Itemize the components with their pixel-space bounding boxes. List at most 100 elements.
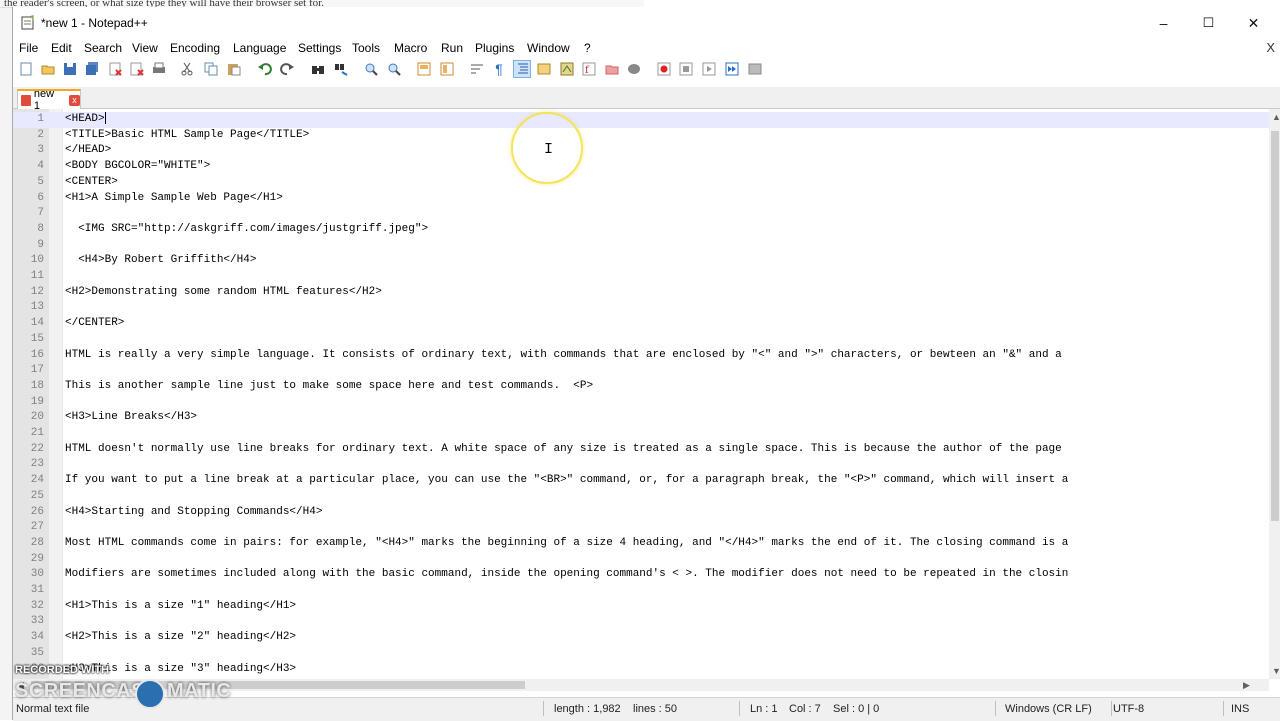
editor-line[interactable]: 5 <CENTER> bbox=[13, 175, 1269, 191]
tab-new-1[interactable]: new 1 x bbox=[17, 88, 81, 112]
editor-line[interactable]: 28 Most HTML commands come in pairs: for … bbox=[13, 536, 1269, 552]
new-file-icon[interactable] bbox=[18, 61, 34, 77]
close-file-icon[interactable] bbox=[107, 61, 123, 77]
cut-icon[interactable] bbox=[179, 61, 195, 77]
sync-horizontal-icon[interactable] bbox=[439, 61, 455, 77]
word-wrap-icon[interactable] bbox=[469, 61, 485, 77]
menu-encoding[interactable]: Encoding bbox=[170, 41, 220, 55]
editor-line[interactable]: 25 bbox=[13, 489, 1269, 505]
folder-workspace-icon[interactable] bbox=[604, 61, 620, 77]
editor-line[interactable]: 30 Modifiers are sometimes included along… bbox=[13, 567, 1269, 583]
scroll-right-icon[interactable]: ▶ bbox=[1243, 680, 1250, 691]
menu-settings[interactable]: Settings bbox=[298, 41, 341, 55]
tab-close-icon[interactable]: x bbox=[69, 94, 80, 106]
editor-line[interactable]: 21 bbox=[13, 426, 1269, 442]
print-icon[interactable] bbox=[151, 61, 167, 77]
playback-macro-icon[interactable] bbox=[701, 61, 717, 77]
menu-run[interactable]: Run bbox=[441, 41, 463, 55]
editor-area[interactable]: 1 <HEAD> 2 <TITLE>Basic HTML Sample Page</T… bbox=[13, 109, 1269, 679]
editor-line[interactable]: 35 bbox=[13, 646, 1269, 662]
menu-language[interactable]: Language bbox=[233, 41, 286, 55]
find-icon[interactable] bbox=[310, 61, 326, 77]
menu-edit[interactable]: Edit bbox=[51, 41, 72, 55]
line-number: 23 bbox=[30, 458, 44, 471]
editor-line[interactable]: 9 bbox=[13, 238, 1269, 254]
editor-line[interactable]: 12 <H2>Demonstrating some random HTML fea… bbox=[13, 285, 1269, 301]
redo-icon[interactable] bbox=[279, 61, 295, 77]
close-all-icon[interactable] bbox=[129, 61, 145, 77]
editor-line[interactable]: 22 HTML doesn't normally use line breaks … bbox=[13, 442, 1269, 458]
editor-line[interactable]: 29 bbox=[13, 552, 1269, 568]
run-macro-multiple-icon[interactable] bbox=[724, 61, 740, 77]
editor-line[interactable]: 8 <IMG SRC="http://askgriff.com/images/j… bbox=[13, 222, 1269, 238]
scroll-up-icon[interactable]: ▲ bbox=[1272, 112, 1280, 122]
vertical-scrollbar[interactable]: ▲ ▼ bbox=[1269, 109, 1280, 679]
stop-record-icon[interactable] bbox=[678, 61, 694, 77]
close-document-x-icon[interactable]: X bbox=[1266, 40, 1275, 55]
line-number: 10 bbox=[30, 254, 44, 267]
maximize-button[interactable]: ☐ bbox=[1186, 7, 1231, 39]
editor-line[interactable]: 32 <H1>This is a size "1" heading</H1> bbox=[13, 599, 1269, 615]
editor-line[interactable]: 3 </HEAD> bbox=[13, 143, 1269, 159]
document-map-icon[interactable] bbox=[559, 61, 575, 77]
line-number: 4 bbox=[37, 160, 44, 173]
monitoring-icon[interactable] bbox=[626, 61, 642, 77]
editor-line[interactable]: 6 <H1>A Simple Sample Web Page</H1> bbox=[13, 191, 1269, 207]
editor-line[interactable]: 19 bbox=[13, 395, 1269, 411]
editor-line[interactable]: 14 </CENTER> bbox=[13, 316, 1269, 332]
menu-file[interactable]: File bbox=[19, 41, 38, 55]
editor-line[interactable]: 1 <HEAD> bbox=[13, 112, 1269, 128]
minimize-button[interactable]: – bbox=[1141, 7, 1186, 39]
save-all-icon[interactable] bbox=[84, 61, 100, 77]
undo-icon[interactable] bbox=[257, 61, 273, 77]
scroll-down-icon[interactable]: ▼ bbox=[1272, 666, 1280, 676]
menu-search[interactable]: Search bbox=[84, 41, 122, 55]
editor-line[interactable]: 10 <H4>By Robert Griffith</H4> bbox=[13, 253, 1269, 269]
editor-line[interactable]: 20 <H3>Line Breaks</H3> bbox=[13, 410, 1269, 426]
status-encoding[interactable]: UTF-8 bbox=[1113, 703, 1144, 715]
editor-line[interactable]: 15 bbox=[13, 332, 1269, 348]
user-defined-language-icon[interactable] bbox=[536, 61, 552, 77]
menu-help[interactable]: ? bbox=[584, 41, 591, 55]
show-all-chars-icon[interactable]: ¶ bbox=[491, 61, 507, 77]
vertical-scroll-thumb[interactable] bbox=[1271, 131, 1279, 521]
menu-macro[interactable]: Macro bbox=[394, 41, 427, 55]
menu-tools[interactable]: Tools bbox=[352, 41, 380, 55]
editor-line[interactable]: 24 If you want to put a line break at a p… bbox=[13, 473, 1269, 489]
editor-line[interactable]: 2 <TITLE>Basic HTML Sample Page</TITLE> bbox=[13, 128, 1269, 144]
editor-line[interactable]: 18 This is another sample line just to ma… bbox=[13, 379, 1269, 395]
line-text: <HEAD> bbox=[65, 112, 106, 125]
paste-icon[interactable] bbox=[226, 61, 242, 77]
line-number: 34 bbox=[30, 631, 44, 644]
menu-plugins[interactable]: Plugins bbox=[475, 41, 514, 55]
menu-window[interactable]: Window bbox=[527, 41, 570, 55]
status-eol-format[interactable]: Windows (CR LF) bbox=[1005, 703, 1092, 715]
editor-line[interactable]: 13 bbox=[13, 300, 1269, 316]
editor-line[interactable]: 16 HTML is really a very simple language.… bbox=[13, 348, 1269, 364]
menu-view[interactable]: View bbox=[132, 41, 158, 55]
zoom-out-icon[interactable] bbox=[386, 61, 402, 77]
editor-line[interactable]: 4 <BODY BGCOLOR="WHITE"> bbox=[13, 159, 1269, 175]
editor-line[interactable]: 23 bbox=[13, 457, 1269, 473]
close-button[interactable]: ✕ bbox=[1231, 7, 1276, 39]
copy-icon[interactable] bbox=[203, 61, 219, 77]
editor-line[interactable]: 11 bbox=[13, 269, 1269, 285]
editor-line[interactable]: 27 bbox=[13, 520, 1269, 536]
editor-line[interactable]: 31 bbox=[13, 583, 1269, 599]
title-bar[interactable]: *new 1 - Notepad++ – ☐ ✕ bbox=[13, 7, 1280, 39]
replace-icon[interactable] bbox=[333, 61, 349, 77]
zoom-in-icon[interactable] bbox=[363, 61, 379, 77]
open-file-icon[interactable] bbox=[40, 61, 56, 77]
indent-guide-icon[interactable] bbox=[513, 60, 531, 78]
editor-line[interactable]: 26 <H4>Starting and Stopping Commands</H4… bbox=[13, 505, 1269, 521]
save-macro-icon[interactable] bbox=[747, 61, 763, 77]
line-number: 19 bbox=[30, 395, 44, 408]
editor-line[interactable]: 34 <H2>This is a size "2" heading</H2> bbox=[13, 630, 1269, 646]
sync-vertical-icon[interactable] bbox=[416, 61, 432, 77]
editor-line[interactable]: 7 bbox=[13, 206, 1269, 222]
editor-line[interactable]: 33 bbox=[13, 614, 1269, 630]
function-list-icon[interactable]: f bbox=[581, 61, 597, 77]
record-macro-icon[interactable] bbox=[656, 61, 672, 77]
save-icon[interactable] bbox=[62, 61, 78, 77]
editor-line[interactable]: 17 bbox=[13, 363, 1269, 379]
